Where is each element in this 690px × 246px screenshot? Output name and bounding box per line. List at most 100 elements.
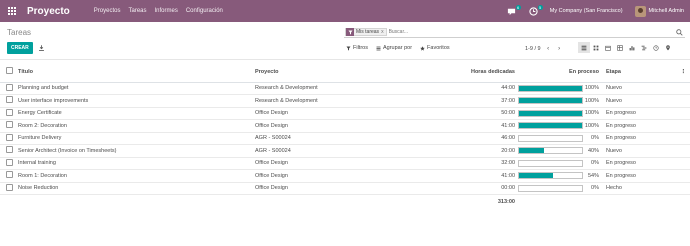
- task-title[interactable]: Room 2: Decoration: [18, 119, 255, 133]
- task-project: Research & Development: [255, 82, 445, 95]
- menu-item-tareas[interactable]: Tareas: [128, 8, 146, 14]
- table-row[interactable]: Energy Certificate Office Design 50:00 100%…: [0, 107, 690, 120]
- progress-percent: 100%: [584, 110, 599, 117]
- column-header-stage[interactable]: Etapa: [601, 62, 680, 83]
- task-title[interactable]: Planning and budget: [18, 82, 255, 95]
- pivot-view-button[interactable]: [614, 42, 626, 53]
- user-menu[interactable]: Mitchell Admin: [649, 8, 684, 14]
- progress-bar: [518, 184, 583, 192]
- task-hours: 50:00: [445, 107, 515, 120]
- task-project: Office Design: [255, 169, 445, 183]
- task-project: AGR - S00024: [255, 132, 445, 145]
- task-title[interactable]: Furniture Delivery: [18, 132, 255, 145]
- facet-value: Mis tareas: [356, 29, 380, 35]
- search-facet: Mis tareas x: [345, 28, 387, 36]
- download-icon[interactable]: [38, 44, 45, 52]
- app-brand[interactable]: Proyecto: [27, 6, 70, 17]
- column-header-progress[interactable]: En proceso: [515, 62, 601, 83]
- row-checkbox[interactable]: [6, 83, 13, 91]
- search-icon[interactable]: [676, 29, 683, 36]
- column-header-hours[interactable]: Horas dedicadas: [445, 62, 515, 83]
- row-checkbox[interactable]: [6, 121, 13, 129]
- progress-percent: 0%: [591, 160, 599, 167]
- group-by-button[interactable]: Agrupar por: [376, 45, 412, 51]
- row-checkbox[interactable]: [6, 183, 13, 191]
- map-view-button[interactable]: [662, 42, 674, 53]
- table-row[interactable]: Room 2: Decoration Office Design 41:00 100%…: [0, 119, 690, 133]
- bar-chart-icon: [629, 45, 635, 50]
- row-checkbox[interactable]: [6, 158, 13, 166]
- task-title[interactable]: User interface improvements: [18, 94, 255, 108]
- table-body: Planning and budget Research & Developmen…: [0, 82, 690, 195]
- activity-count-badge: 5: [537, 5, 543, 10]
- column-header-title[interactable]: Título: [18, 62, 255, 83]
- user-avatar[interactable]: [634, 5, 646, 17]
- progress-bar: [518, 122, 583, 130]
- progress-percent: 100%: [584, 122, 599, 129]
- task-title[interactable]: Energy Certificate: [18, 107, 255, 120]
- table-row[interactable]: Internal training Office Design 32:00 0% En …: [0, 157, 690, 170]
- table-row[interactable]: Planning and budget Research & Developmen…: [0, 82, 690, 95]
- chat-count-badge: 6: [515, 5, 521, 10]
- pager-next-icon[interactable]: ›: [556, 45, 563, 52]
- task-stage: En progreso: [601, 169, 680, 183]
- apps-menu-icon[interactable]: [8, 7, 16, 15]
- calendar-view-button[interactable]: [602, 42, 614, 53]
- task-hours: 00:00: [445, 182, 515, 195]
- filters-label: Filtros: [353, 45, 368, 51]
- task-title[interactable]: Noise Reduction: [18, 182, 255, 195]
- progress-percent: 0%: [591, 135, 599, 142]
- funnel-icon: [346, 46, 351, 50]
- table-row[interactable]: Room 1: Decoration Office Design 41:00 54% E…: [0, 169, 690, 183]
- progress-bar: [518, 172, 583, 180]
- tasks-table: Título Proyecto Horas dedicadas En proce…: [0, 62, 690, 209]
- table-row[interactable]: Senior Architect (Invoice on Timesheets)…: [0, 144, 690, 158]
- task-stage: En progreso: [601, 107, 680, 120]
- row-checkbox[interactable]: [6, 133, 13, 141]
- create-button[interactable]: CREAR: [7, 42, 33, 54]
- task-stage: Nuevo: [601, 94, 680, 108]
- progress-bar: [518, 147, 583, 155]
- filters-button[interactable]: Filtros: [346, 45, 368, 51]
- optional-columns-icon[interactable]: ⋮: [680, 62, 690, 83]
- control-panel: Tareas CREAR Mis tareas x Filtros Agrupa…: [0, 22, 690, 60]
- column-header-project[interactable]: Proyecto: [255, 62, 445, 83]
- row-checkbox[interactable]: [6, 108, 13, 116]
- menu-item-proyectos[interactable]: Proyectos: [94, 8, 121, 14]
- progress-bar-fill: [519, 98, 582, 104]
- company-switcher[interactable]: My Company (San Francisco): [550, 8, 623, 14]
- pager-previous-icon[interactable]: ‹: [545, 45, 552, 52]
- favorites-button[interactable]: Favoritos: [420, 45, 450, 51]
- task-title[interactable]: Room 1: Decoration: [18, 169, 255, 183]
- row-checkbox[interactable]: [6, 171, 13, 179]
- progress-bar-fill: [519, 85, 582, 91]
- progress-bar-fill: [519, 173, 554, 179]
- task-hours: 46:00: [445, 132, 515, 145]
- table-row[interactable]: User interface improvements Research & De…: [0, 94, 690, 108]
- task-hours: 20:00: [445, 144, 515, 158]
- table-row[interactable]: Noise Reduction Office Design 00:00 0% Hecho: [0, 182, 690, 195]
- activity-view-button[interactable]: [650, 42, 662, 53]
- search-input[interactable]: [388, 29, 629, 35]
- task-stage: En progreso: [601, 119, 680, 133]
- activity-button[interactable]: 5: [528, 5, 543, 17]
- facet-remove-icon[interactable]: x: [381, 29, 386, 35]
- pager: 1-9 / 9 ‹ ›: [525, 45, 563, 52]
- kanban-view-button[interactable]: [590, 42, 602, 53]
- row-checkbox[interactable]: [6, 146, 13, 154]
- menu-item-configuracion[interactable]: Configuración: [186, 8, 223, 14]
- graph-view-button[interactable]: [626, 42, 638, 53]
- task-title[interactable]: Senior Architect (Invoice on Timesheets): [18, 144, 255, 158]
- progress-percent: 100%: [584, 85, 599, 92]
- chat-button[interactable]: 6: [506, 5, 521, 17]
- gantt-view-button[interactable]: [638, 42, 650, 53]
- select-all-checkbox[interactable]: [6, 67, 13, 75]
- list-view-button[interactable]: [578, 42, 590, 53]
- pager-value[interactable]: 1-9 / 9: [525, 46, 541, 52]
- main-menu: Proyectos Tareas Informes Configuración: [94, 8, 231, 14]
- table-row[interactable]: Furniture Delivery AGR - S00024 46:00 0% En …: [0, 132, 690, 145]
- menu-item-informes[interactable]: Informes: [155, 8, 178, 14]
- task-title[interactable]: Internal training: [18, 157, 255, 170]
- row-checkbox[interactable]: [6, 96, 13, 104]
- page-title: Tareas: [7, 28, 32, 37]
